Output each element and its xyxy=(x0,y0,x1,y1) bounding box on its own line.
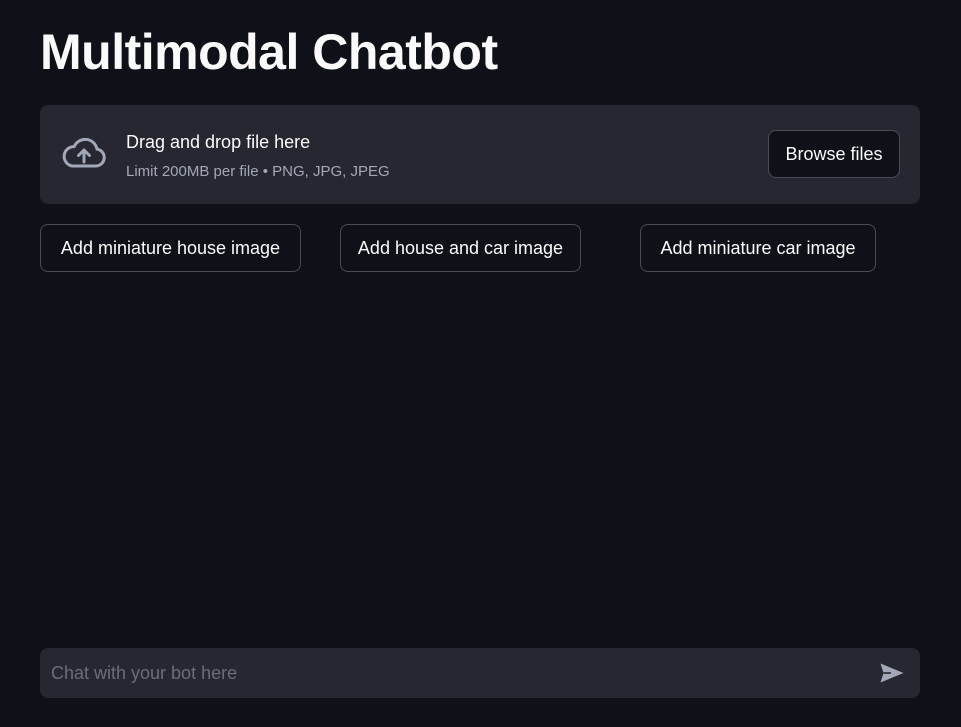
dropzone-label: Drag and drop file here xyxy=(126,132,311,152)
cloud-upload-icon xyxy=(58,134,108,174)
page-title: Multimodal Chatbot xyxy=(40,24,498,80)
add-miniature-car-image-button[interactable]: Add miniature car image xyxy=(640,224,876,272)
chat-input-container xyxy=(40,648,920,698)
add-miniature-house-image-button[interactable]: Add miniature house image xyxy=(40,224,301,272)
browse-files-button[interactable]: Browse files xyxy=(768,130,900,178)
file-limit-text: Limit 200MB per file • PNG, JPG, JPEG xyxy=(126,163,390,180)
send-icon xyxy=(879,662,905,684)
chat-input[interactable] xyxy=(40,648,860,698)
app-root: Multimodal Chatbot Drag and drop file he… xyxy=(0,0,961,727)
send-button[interactable] xyxy=(876,659,908,687)
add-house-and-car-image-button[interactable]: Add house and car image xyxy=(340,224,581,272)
